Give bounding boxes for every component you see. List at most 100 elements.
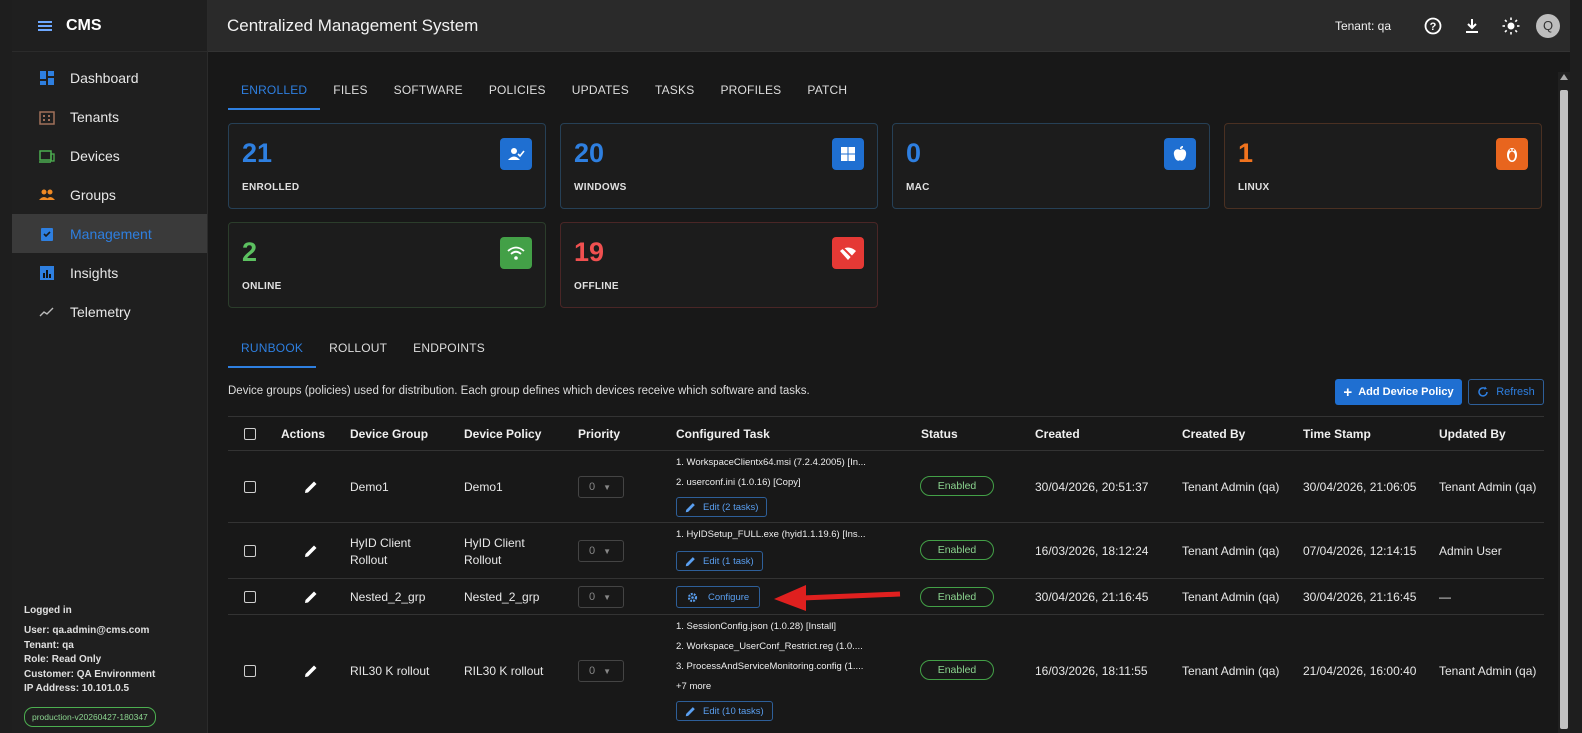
- sidebar-item-management[interactable]: Management: [12, 214, 207, 253]
- updated-by: Tenant Admin (qa): [1439, 664, 1537, 678]
- sidebar-item-insights[interactable]: Insights: [12, 253, 207, 292]
- sidebar-item-telemetry[interactable]: Telemetry: [12, 292, 207, 331]
- main-scrollbar[interactable]: [1558, 72, 1570, 733]
- clipboard-check-icon: [41, 227, 53, 241]
- edit-tasks-button[interactable]: Edit (2 tasks): [676, 497, 768, 517]
- session-ip: IP Address: 10.101.0.5: [24, 683, 130, 694]
- device-group: Nested_2_grp: [350, 590, 426, 604]
- sidebar-item-groups[interactable]: Groups: [12, 175, 207, 214]
- windows-icon: [832, 138, 864, 170]
- priority-select[interactable]: 0 ▼: [578, 586, 624, 608]
- tab-endpoints[interactable]: ENDPOINTS: [400, 332, 498, 368]
- sidebar-item-label: Telemetry: [70, 303, 131, 320]
- col-created-by: Created By: [1182, 427, 1246, 441]
- table-row: RIL30 K rollout RIL30 K rollout 0 ▼ 1. Se…: [228, 615, 1544, 731]
- tab-runbook[interactable]: RUNBOOK: [228, 332, 317, 368]
- stat-label: MAC: [906, 182, 930, 193]
- tab-patch[interactable]: PATCH: [794, 72, 860, 110]
- col-priority: Priority: [578, 427, 621, 441]
- col-created: Created: [1035, 427, 1080, 441]
- page-title: Centralized Management System: [227, 15, 479, 35]
- priority-select[interactable]: 0 ▼: [578, 660, 624, 682]
- tab-software[interactable]: SOFTWARE: [381, 72, 476, 110]
- sidebar-item-label: Dashboard: [70, 69, 139, 86]
- tab-enrolled[interactable]: ENROLLED: [228, 72, 321, 110]
- tab-rollout[interactable]: ROLLOUT: [316, 332, 400, 368]
- stat-label: LINUX: [1238, 182, 1270, 193]
- created-by: Tenant Admin (qa): [1182, 544, 1280, 558]
- table-row: Demo1 Demo1 0 ▼ 1. WorkspaceClientx64.msi…: [228, 451, 1544, 523]
- svg-text:?: ?: [1430, 21, 1437, 33]
- tab-updates[interactable]: UPDATES: [559, 72, 642, 110]
- stat-value: 21: [242, 138, 273, 168]
- main-tabs: ENROLLED FILES SOFTWARE POLICIES UPDATES…: [228, 72, 860, 110]
- task-item: 2. Workspace_UserConf_Restrict.reg (1.0.…: [676, 641, 863, 652]
- row-checkbox[interactable]: [244, 545, 256, 557]
- device-policy-table: Actions Device Group Device Policy Prior…: [228, 416, 1544, 731]
- sidebar-item-label: Groups: [70, 186, 116, 203]
- device-group: HyID Client Rollout: [350, 536, 411, 567]
- priority-select[interactable]: 0 ▼: [578, 476, 624, 498]
- user-check-icon: [500, 138, 532, 170]
- session-info: Logged in User: qa.admin@cms.com Tenant:…: [24, 604, 156, 727]
- edit-tasks-label: Edit (2 tasks): [703, 501, 759, 513]
- time-stamp: 30/04/2026, 21:06:05: [1303, 480, 1417, 494]
- select-all-checkbox[interactable]: [244, 428, 256, 440]
- red-arrow-annotation: [774, 585, 901, 611]
- sidebar-item-devices[interactable]: Devices: [12, 136, 207, 175]
- wifi-off-icon: [832, 237, 864, 269]
- stat-card-offline: 19 OFFLINE: [560, 222, 878, 308]
- stat-label: WINDOWS: [574, 182, 627, 193]
- section-description: Device groups (policies) used for distri…: [228, 385, 810, 397]
- tab-policies[interactable]: POLICIES: [476, 72, 559, 110]
- row-checkbox[interactable]: [244, 665, 256, 677]
- help-icon[interactable]: ?: [1422, 15, 1444, 37]
- scrollbar-thumb[interactable]: [1560, 90, 1568, 729]
- device-group: Demo1: [350, 480, 389, 494]
- sidebar-item-tenants[interactable]: Tenants: [12, 97, 207, 136]
- edit-pencil-icon[interactable]: [304, 480, 318, 494]
- brand-title: CMS: [66, 16, 102, 34]
- trend-line-icon: [39, 307, 54, 316]
- edit-pencil-icon[interactable]: [304, 664, 318, 678]
- stat-value: 2: [242, 237, 258, 267]
- edit-tasks-button[interactable]: Edit (1 task): [676, 551, 763, 571]
- tab-files[interactable]: FILES: [320, 72, 380, 110]
- configured-task-list: 1. WorkspaceClientx64.msi (7.2.4.2005) […: [676, 453, 866, 493]
- updated-by: Tenant Admin (qa): [1439, 480, 1537, 494]
- time-stamp: 21/04/2026, 16:00:40: [1303, 664, 1417, 678]
- priority-select[interactable]: 0 ▼: [578, 540, 624, 562]
- edit-tasks-button[interactable]: Edit (10 tasks): [676, 701, 773, 721]
- row-checkbox[interactable]: [244, 591, 256, 603]
- version-badge: production-v20260427-180347: [24, 706, 156, 727]
- scroll-up-arrow-icon[interactable]: [1560, 74, 1568, 80]
- stat-label: OFFLINE: [574, 281, 619, 292]
- top-header: Centralized Management System Tenant: qa…: [208, 0, 1570, 52]
- priority-value: 0: [589, 591, 596, 603]
- tab-tasks[interactable]: TASKS: [642, 72, 707, 110]
- avatar[interactable]: Q: [1536, 13, 1560, 38]
- download-icon[interactable]: [1461, 15, 1483, 37]
- row-checkbox[interactable]: [244, 481, 256, 493]
- theme-toggle-icon[interactable]: [1500, 15, 1522, 37]
- edit-pencil-icon[interactable]: [304, 590, 318, 604]
- menu-icon[interactable]: [38, 20, 52, 31]
- col-configured-task: Configured Task: [676, 427, 770, 441]
- refresh-button-label: Refresh: [1496, 386, 1535, 398]
- wifi-icon: [500, 237, 532, 269]
- add-device-policy-button[interactable]: + Add Device Policy: [1335, 379, 1462, 405]
- sidebar-item-dashboard[interactable]: Dashboard: [12, 58, 207, 97]
- dashboard-icon: [40, 70, 54, 85]
- configure-button[interactable]: Configure: [676, 586, 761, 608]
- linux-icon: [1496, 138, 1528, 170]
- created-date: 30/04/2026, 20:51:37: [1035, 480, 1149, 494]
- sidebar-nav: Dashboard Tenants Devices Groups Managem…: [12, 58, 207, 331]
- edit-pencil-icon: [685, 556, 695, 566]
- stat-value: 20: [574, 138, 605, 168]
- refresh-button[interactable]: Refresh: [1468, 379, 1544, 405]
- stat-value: 0: [906, 138, 922, 168]
- edit-pencil-icon[interactable]: [304, 544, 318, 558]
- priority-value: 0: [589, 665, 596, 677]
- tab-profiles[interactable]: PROFILES: [707, 72, 794, 110]
- configured-task-list: 1. HyIDSetup_FULL.exe (hyid1.1.19.6) [In…: [676, 525, 866, 545]
